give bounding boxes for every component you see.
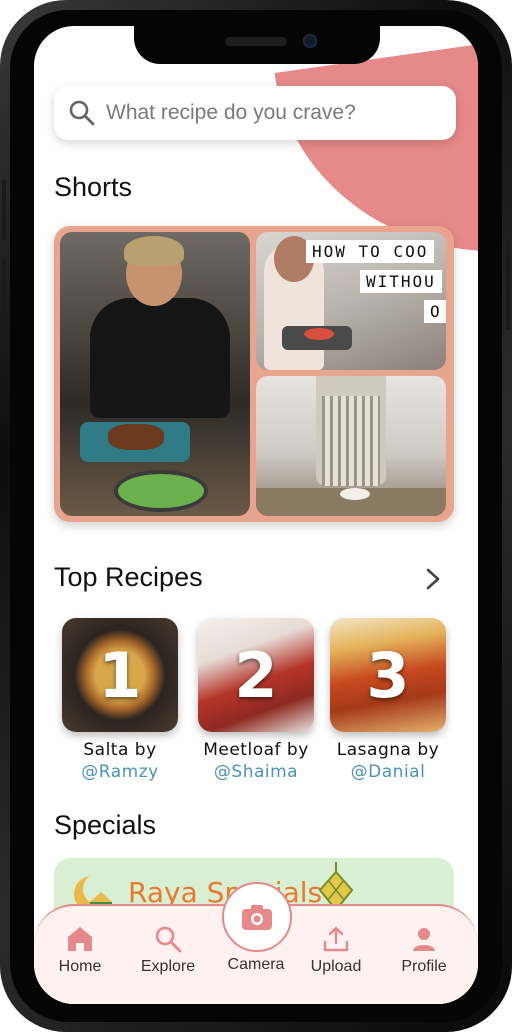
recipe-title: Meetloaf by	[203, 740, 309, 760]
video-overlay-text: HOW TO COO	[306, 240, 435, 263]
search-icon	[69, 100, 95, 126]
side-button	[2, 180, 6, 240]
section-title-top-recipes: Top Recipes	[54, 562, 203, 592]
video-thumbnail-bowl	[114, 470, 208, 512]
recipe-card[interactable]: 3 Lasagna by @Danial	[330, 618, 446, 782]
short-video-tile[interactable]	[60, 232, 250, 516]
video-thumbnail-figure	[90, 298, 230, 418]
shorts-collage: HOW TO COO WITHOU O	[54, 226, 454, 522]
recipe-title: Lasagna by	[336, 740, 440, 760]
camera-icon	[242, 905, 272, 930]
recipe-title: Salta by	[83, 740, 157, 760]
recipe-card[interactable]: 1 Salta by @Ramzy	[62, 618, 178, 782]
search-icon	[155, 926, 182, 953]
nav-label-home: Home	[58, 958, 102, 975]
video-thumbnail-food	[304, 328, 334, 340]
nav-item-profile[interactable]: Profile	[384, 924, 464, 976]
app-screen: Shorts HOW TO COO WITHOU O Top Recipes	[34, 26, 478, 1004]
nav-label-upload: Upload	[310, 958, 362, 975]
upload-icon	[323, 926, 349, 952]
nav-label-profile: Profile	[401, 958, 447, 975]
video-thumbnail-apron	[322, 396, 380, 486]
video-thumbnail-food	[108, 424, 164, 450]
nav-item-explore[interactable]: Explore	[128, 924, 208, 976]
recipe-author-link[interactable]: @Ramzy	[62, 762, 178, 782]
recipe-card[interactable]: 2 Meetloaf by @Shaima	[198, 618, 314, 782]
home-icon	[68, 927, 92, 951]
profile-icon	[413, 928, 435, 951]
recipe-rank: 2	[234, 638, 278, 712]
short-video-tile[interactable]: HOW TO COO WITHOU O	[256, 232, 446, 370]
camera-button[interactable]	[222, 882, 292, 952]
section-title-shorts: Shorts	[54, 172, 133, 202]
chevron-right-icon[interactable]	[420, 566, 446, 592]
short-video-tile[interactable]	[256, 376, 446, 516]
recipe-thumbnail[interactable]: 2	[198, 618, 314, 732]
front-camera	[303, 34, 317, 48]
recipe-author-link[interactable]: @Danial	[330, 762, 446, 782]
video-thumbnail-figure	[124, 236, 184, 266]
recipe-author-link[interactable]: @Shaima	[198, 762, 314, 782]
side-button	[2, 260, 6, 320]
video-overlay-text: WITHOU	[360, 270, 442, 293]
recipe-thumbnail[interactable]: 3	[330, 618, 446, 732]
side-button	[506, 240, 510, 330]
phone-speaker	[225, 37, 287, 46]
search-input[interactable]	[104, 100, 448, 126]
nav-label-explore: Explore	[140, 958, 196, 975]
video-overlay-text: O	[424, 300, 446, 323]
video-thumbnail-bowl	[340, 488, 370, 500]
nav-item-home[interactable]: Home	[40, 924, 120, 976]
recipe-thumbnail[interactable]: 1	[62, 618, 178, 732]
section-title-specials: Specials	[54, 810, 157, 840]
nav-item-upload[interactable]: Upload	[296, 924, 376, 976]
nav-label-camera: Camera	[227, 956, 285, 973]
recipe-rank: 1	[98, 638, 142, 712]
search-bar[interactable]	[54, 86, 456, 140]
recipe-rank: 3	[366, 638, 410, 712]
